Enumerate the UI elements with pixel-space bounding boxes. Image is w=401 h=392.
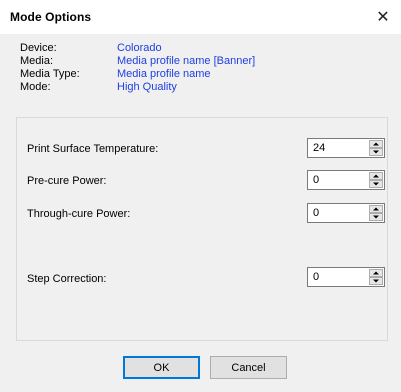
settings-panel: Print Surface Temperature: 24 Pre-cure P… — [16, 117, 388, 341]
mode-label: Mode: — [20, 81, 51, 93]
ok-button[interactable]: OK — [123, 356, 200, 379]
spin-down-icon[interactable] — [369, 180, 383, 188]
title-bar: Mode Options ✕ — [0, 0, 401, 34]
spin-up-icon[interactable] — [369, 172, 383, 180]
media-type-label: Media Type: — [20, 68, 80, 80]
through-cure-power-label: Through-cure Power: — [27, 208, 131, 220]
media-value: Media profile name [Banner] — [117, 55, 256, 67]
step-correction-stepper[interactable]: 0 — [307, 267, 385, 287]
window-title: Mode Options — [10, 10, 92, 24]
through-cure-power-value[interactable]: 0 — [313, 207, 319, 219]
spin-up-icon[interactable] — [369, 269, 383, 277]
print-surface-temperature-value[interactable]: 24 — [313, 142, 325, 154]
pre-cure-power-stepper[interactable]: 0 — [307, 170, 385, 190]
spin-down-icon[interactable] — [369, 277, 383, 285]
spin-down-icon[interactable] — [369, 148, 383, 156]
spin-up-icon[interactable] — [369, 140, 383, 148]
print-surface-temperature-stepper[interactable]: 24 — [307, 138, 385, 158]
media-label: Media: — [20, 55, 54, 67]
pre-cure-power-value[interactable]: 0 — [313, 174, 319, 186]
print-surface-temperature-label: Print Surface Temperature: — [27, 143, 159, 155]
media-type-value: Media profile name — [117, 68, 211, 80]
close-icon[interactable]: ✕ — [371, 5, 395, 29]
device-value: Colorado — [117, 42, 162, 54]
step-correction-label: Step Correction: — [27, 273, 107, 285]
spin-up-icon[interactable] — [369, 205, 383, 213]
mode-value: High Quality — [117, 81, 177, 93]
pre-cure-power-label: Pre-cure Power: — [27, 175, 107, 187]
device-label: Device: — [20, 42, 57, 54]
step-correction-value[interactable]: 0 — [313, 271, 319, 283]
spin-down-icon[interactable] — [369, 213, 383, 221]
info-section: Device: Colorado Media: Media profile na… — [20, 42, 255, 94]
through-cure-power-stepper[interactable]: 0 — [307, 203, 385, 223]
cancel-button[interactable]: Cancel — [210, 356, 287, 379]
